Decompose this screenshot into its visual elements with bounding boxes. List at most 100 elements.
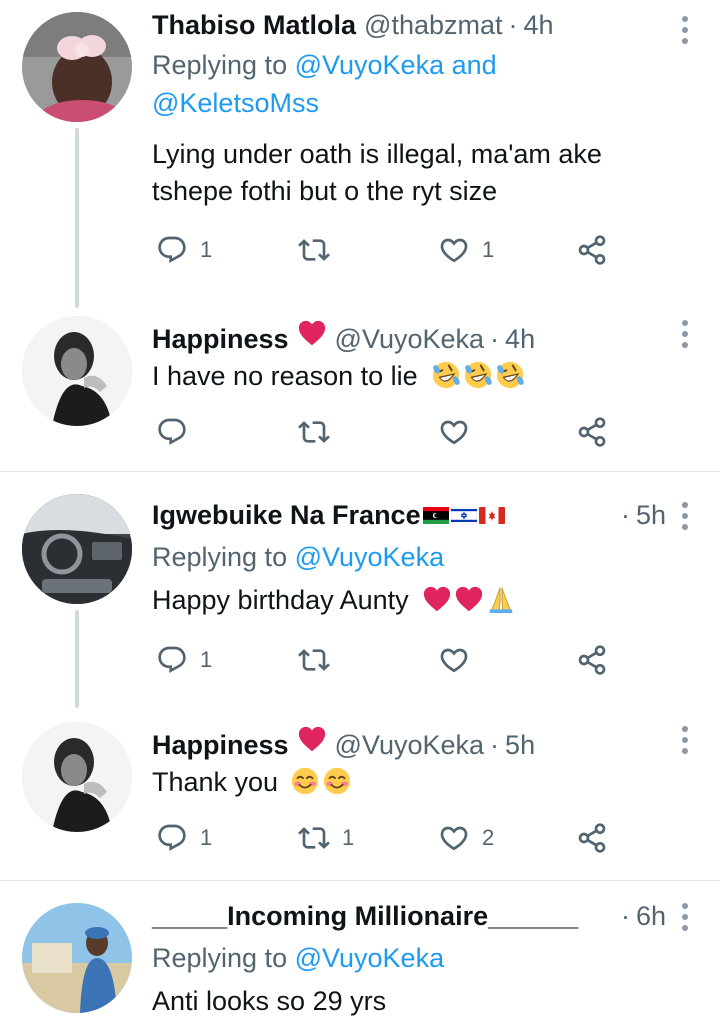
red-heart-emoji <box>297 318 327 348</box>
reply-icon <box>156 644 188 676</box>
reply-icon <box>156 234 188 266</box>
tweet-header: _____Incoming Millionaire______ · 6h <box>152 899 700 933</box>
tweet-happiness-2[interactable]: Happiness @VuyoKeka · 5h Thank you 1 1 2 <box>0 710 720 880</box>
reply-button[interactable] <box>156 414 188 450</box>
tweet-body: Happiness @VuyoKeka · 4h I have no reaso… <box>152 318 700 395</box>
like-count: 1 <box>482 237 495 262</box>
more-options-icon[interactable] <box>682 16 690 44</box>
rofl-emoji <box>463 360 493 390</box>
timestamp[interactable]: 4h <box>524 8 554 42</box>
like-button[interactable]: 2 <box>438 820 494 856</box>
avatar[interactable] <box>22 494 132 604</box>
action-bar: 1 <box>156 642 626 678</box>
replying-label: Replying to <box>152 943 295 973</box>
avatar[interactable] <box>22 12 132 122</box>
smiling-blush-emoji <box>290 766 320 796</box>
timestamp[interactable]: 5h <box>636 498 666 532</box>
more-options-icon[interactable] <box>682 320 690 348</box>
reply-icon <box>156 416 188 448</box>
retweet-button[interactable] <box>298 642 330 678</box>
replying-to-line2: @KeletsoMss <box>152 84 700 122</box>
tweet-text-line: Happy birthday Aunty <box>152 585 409 615</box>
libya-flag-icon <box>422 507 449 524</box>
timestamp[interactable]: 6h <box>636 899 666 933</box>
share-button[interactable] <box>576 820 608 856</box>
timestamp[interactable]: 4h <box>505 322 535 356</box>
canada-flag-icon <box>478 507 505 524</box>
tweet-text-line: I have no reason to lie <box>152 361 418 391</box>
timestamp[interactable]: 5h <box>505 728 535 762</box>
user-handle[interactable]: @thabzmat <box>364 8 502 42</box>
replying-mention[interactable]: @KeletsoMss <box>152 88 319 118</box>
smiling-blush-emoji <box>322 766 352 796</box>
heart-icon <box>438 822 470 854</box>
tweet-body: _____Incoming Millionaire______ · 6h Rep… <box>152 899 700 1020</box>
retweet-icon <box>298 416 330 448</box>
reply-button[interactable]: 1 <box>156 820 212 856</box>
red-heart-emoji <box>297 724 327 754</box>
replying-label: Replying to <box>152 50 295 80</box>
like-button[interactable]: 1 <box>438 232 494 268</box>
retweet-button[interactable]: 1 <box>298 820 354 856</box>
heart-icon <box>438 234 470 266</box>
action-bar: 1 1 2 <box>156 820 626 856</box>
separator-dot: · <box>490 730 500 760</box>
tweet-thabiso[interactable]: Thabiso Matlola @thabzmat · 4h Replying … <box>0 0 720 312</box>
replying-to: Replying to @VuyoKeka and <box>152 46 700 84</box>
replying-mentions[interactable]: @VuyoKeka <box>295 542 445 572</box>
red-heart-emoji <box>454 584 484 614</box>
tweet-incoming-millionaire[interactable]: _____Incoming Millionaire______ · 6h Rep… <box>0 881 720 1029</box>
share-icon <box>576 644 608 676</box>
replying-label: Replying to <box>152 542 295 572</box>
share-button[interactable] <box>576 414 608 450</box>
display-name[interactable]: Thabiso Matlola <box>152 8 356 42</box>
israel-flag-icon <box>450 507 477 524</box>
share-button[interactable] <box>576 232 608 268</box>
replying-mentions[interactable]: @VuyoKeka <box>295 943 445 973</box>
display-name[interactable]: Igwebuike Na France <box>152 498 421 532</box>
retweet-icon <box>298 234 330 266</box>
tweet-text: Happy birthday Aunty <box>152 582 700 619</box>
display-name[interactable]: Happiness <box>152 728 289 762</box>
tweet-text-line: tshepe fothi but o the ryt size <box>152 176 498 206</box>
avatar[interactable] <box>22 903 132 1013</box>
action-bar: 1 1 <box>156 232 626 268</box>
tweet-body: Happiness @VuyoKeka · 5h Thank you <box>152 724 700 801</box>
avatar[interactable] <box>22 722 132 832</box>
tweet-header: Igwebuike Na France · 5h <box>152 498 700 532</box>
tweet-body: Igwebuike Na France · 5h Replying to @Vu… <box>152 498 700 619</box>
like-button[interactable] <box>438 642 470 678</box>
retweet-count: 1 <box>342 825 355 850</box>
more-options-icon[interactable] <box>682 726 690 754</box>
share-button[interactable] <box>576 642 608 678</box>
like-button[interactable] <box>438 414 470 450</box>
share-icon <box>576 234 608 266</box>
reply-button[interactable]: 1 <box>156 232 212 268</box>
tweet-happiness-1[interactable]: Happiness @VuyoKeka · 4h I have no reaso… <box>0 312 720 470</box>
thread-line <box>75 610 79 708</box>
reply-count: 1 <box>200 647 213 672</box>
avatar[interactable] <box>22 316 132 426</box>
action-bar <box>156 414 626 450</box>
tweet-header: Happiness @VuyoKeka · 5h <box>152 724 700 762</box>
heart-icon <box>438 644 470 676</box>
reply-button[interactable]: 1 <box>156 642 212 678</box>
thread-line <box>75 128 79 308</box>
like-count: 2 <box>482 825 495 850</box>
tweet-text: I have no reason to lie <box>152 358 700 395</box>
retweet-button[interactable] <box>298 414 330 450</box>
display-name[interactable]: _____Incoming Millionaire______ <box>152 899 578 933</box>
folded-hands-emoji <box>486 584 516 614</box>
tweet-igwebuike[interactable]: Igwebuike Na France · 5h Replying to @Vu… <box>0 472 720 710</box>
retweet-button[interactable] <box>298 232 342 268</box>
more-options-icon[interactable] <box>682 502 690 530</box>
display-name[interactable]: Happiness <box>152 322 289 356</box>
retweet-icon <box>298 822 330 854</box>
rofl-emoji <box>431 360 461 390</box>
user-handle[interactable]: @VuyoKeka <box>335 728 485 762</box>
more-options-icon[interactable] <box>682 903 690 931</box>
tweet-body: Thabiso Matlola @thabzmat · 4h Replying … <box>152 8 700 210</box>
user-handle[interactable]: @VuyoKeka <box>335 322 485 356</box>
replying-mentions[interactable]: @VuyoKeka and <box>295 50 497 80</box>
red-heart-emoji <box>422 584 452 614</box>
